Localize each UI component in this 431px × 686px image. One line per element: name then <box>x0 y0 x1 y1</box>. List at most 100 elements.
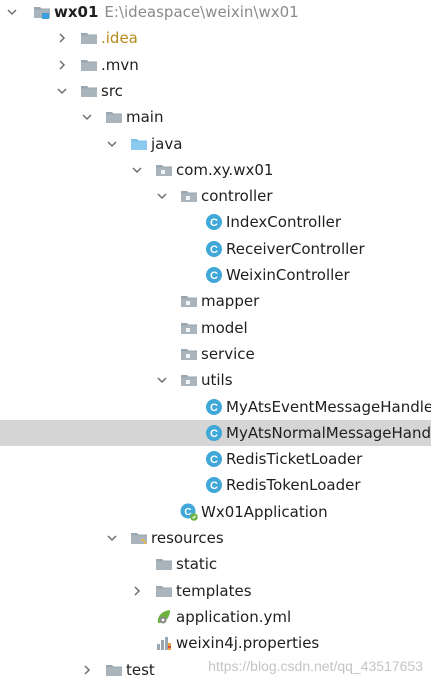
folder-icon <box>155 555 173 573</box>
expand-arrow-down-icon[interactable] <box>106 131 118 157</box>
tree-node-label: mapper <box>201 292 260 311</box>
class-icon: C <box>205 424 223 442</box>
watermark: https://blog.csdn.net/qq_43517653 <box>208 658 423 674</box>
expand-arrow-down-icon[interactable] <box>6 0 18 25</box>
folder-icon <box>105 108 123 126</box>
tree-node-label: RedisTokenLoader <box>226 476 361 495</box>
tree-node-label: MyAtsEventMessageHandler <box>226 397 431 416</box>
tree-row[interactable]: C MyAtsEventMessageHandler <box>0 394 431 420</box>
tree-row[interactable]: .mvn <box>0 52 431 78</box>
package-icon <box>180 292 198 310</box>
expand-arrow-down-icon[interactable] <box>156 183 168 209</box>
tree-node-label: controller <box>201 187 273 206</box>
tree-row[interactable]: weixin4j.properties <box>0 630 431 656</box>
tree-node-label: utils <box>201 371 233 390</box>
tree-row[interactable]: java <box>0 131 431 157</box>
svg-text:C: C <box>210 454 218 466</box>
tree-node-label: static <box>176 555 218 574</box>
folder-icon <box>155 582 173 600</box>
expand-arrow-right-icon[interactable] <box>131 578 143 604</box>
project-tree: wx01 E:\ideaspace\weixin\wx01 .idea .mvn … <box>0 0 431 686</box>
project-root-label: wx01 E:\ideaspace\weixin\wx01 <box>54 0 299 25</box>
tree-node-label: src <box>101 81 123 100</box>
tree-row[interactable]: service <box>0 341 431 367</box>
tree-node-label: main <box>126 108 164 127</box>
tree-node-label: RedisTicketLoader <box>226 450 363 469</box>
tree-node-label: templates <box>176 581 252 600</box>
expand-arrow-down-icon[interactable] <box>81 104 93 130</box>
tree-row[interactable]: C IndexController <box>0 209 431 235</box>
tree-row[interactable]: C ReceiverController <box>0 236 431 262</box>
project-name: wx01 <box>54 3 99 21</box>
class-icon: C <box>205 213 223 231</box>
tree-row[interactable]: C WeixinController <box>0 262 431 288</box>
tree-row[interactable]: templates <box>0 578 431 604</box>
properties-file-icon <box>155 634 173 652</box>
tree-row[interactable]: main <box>0 104 431 130</box>
svg-text:C: C <box>210 402 218 414</box>
tree-node-label: resources <box>151 529 224 547</box>
class-icon: C <box>205 398 223 416</box>
class-icon: C <box>205 476 223 494</box>
tree-node-label: application.yml <box>176 607 292 626</box>
tree-node-label: .idea <box>101 29 138 48</box>
expand-arrow-right-icon[interactable] <box>56 25 68 51</box>
class-icon: C <box>205 240 223 258</box>
package-icon <box>180 187 198 205</box>
expand-arrow-down-icon[interactable] <box>131 157 143 183</box>
tree-row[interactable]: C MyAtsNormalMessageHandler <box>0 419 431 446</box>
tree-node-label: java <box>151 134 183 153</box>
expand-arrow-down-icon[interactable] <box>106 525 118 551</box>
folder-icon <box>80 29 98 47</box>
module-icon <box>33 3 51 21</box>
class-icon: C <box>205 450 223 468</box>
tree-node-label: weixin4j.properties <box>176 634 320 653</box>
tree-row[interactable]: com.xy.wx01 <box>0 157 431 183</box>
tree-node-label: ReceiverController <box>226 239 365 258</box>
tree-node-label: test <box>126 660 155 679</box>
expand-arrow-down-icon[interactable] <box>156 367 168 393</box>
expand-arrow-right-icon[interactable] <box>56 52 68 78</box>
package-icon <box>180 345 198 363</box>
tree-row[interactable]: mapper <box>0 288 431 314</box>
package-icon <box>180 371 198 389</box>
svg-text:C: C <box>210 270 218 282</box>
tree-row[interactable]: application.yml <box>0 604 431 630</box>
folder-icon <box>80 82 98 100</box>
project-path: E:\ideaspace\weixin\wx01 <box>104 3 299 21</box>
svg-text:C: C <box>210 244 218 256</box>
source-folder-icon <box>130 135 148 153</box>
spring-config-icon <box>155 608 173 626</box>
svg-text:C: C <box>210 428 218 440</box>
tree-node-label: .mvn <box>101 55 139 74</box>
tree-node-label: model <box>201 318 248 337</box>
package-icon <box>180 319 198 337</box>
package-icon <box>155 161 173 179</box>
tree-node-label: WeixinController <box>226 266 350 284</box>
expand-arrow-right-icon[interactable] <box>81 657 93 683</box>
tree-row[interactable]: C RedisTokenLoader <box>0 472 431 498</box>
tree-node-label: service <box>201 344 255 363</box>
tree-row[interactable]: utils <box>0 367 431 393</box>
tree-row[interactable]: controller <box>0 183 431 209</box>
tree-row[interactable]: C Wx01Application <box>0 499 431 525</box>
resources-folder-icon <box>130 529 148 547</box>
tree-row[interactable]: C RedisTicketLoader <box>0 446 431 472</box>
tree-row[interactable]: src <box>0 78 431 104</box>
tree-row[interactable]: .idea <box>0 25 431 51</box>
tree-row[interactable]: static <box>0 551 431 577</box>
tree-row[interactable]: model <box>0 315 431 341</box>
folder-icon <box>105 661 123 679</box>
svg-text:C: C <box>210 480 218 492</box>
folder-icon <box>80 56 98 74</box>
spring-boot-class-icon: C <box>180 503 198 521</box>
expand-arrow-down-icon[interactable] <box>56 78 68 104</box>
class-icon: C <box>205 266 223 284</box>
tree-node-label: MyAtsNormalMessageHandler <box>226 423 431 442</box>
tree-row[interactable]: resources <box>0 525 431 551</box>
svg-text:C: C <box>210 217 218 229</box>
tree-row[interactable]: wx01 E:\ideaspace\weixin\wx01 <box>0 0 431 25</box>
tree-node-label: Wx01Application <box>201 502 328 521</box>
tree-node-label: com.xy.wx01 <box>176 160 274 179</box>
tree-node-label: IndexController <box>226 213 342 232</box>
